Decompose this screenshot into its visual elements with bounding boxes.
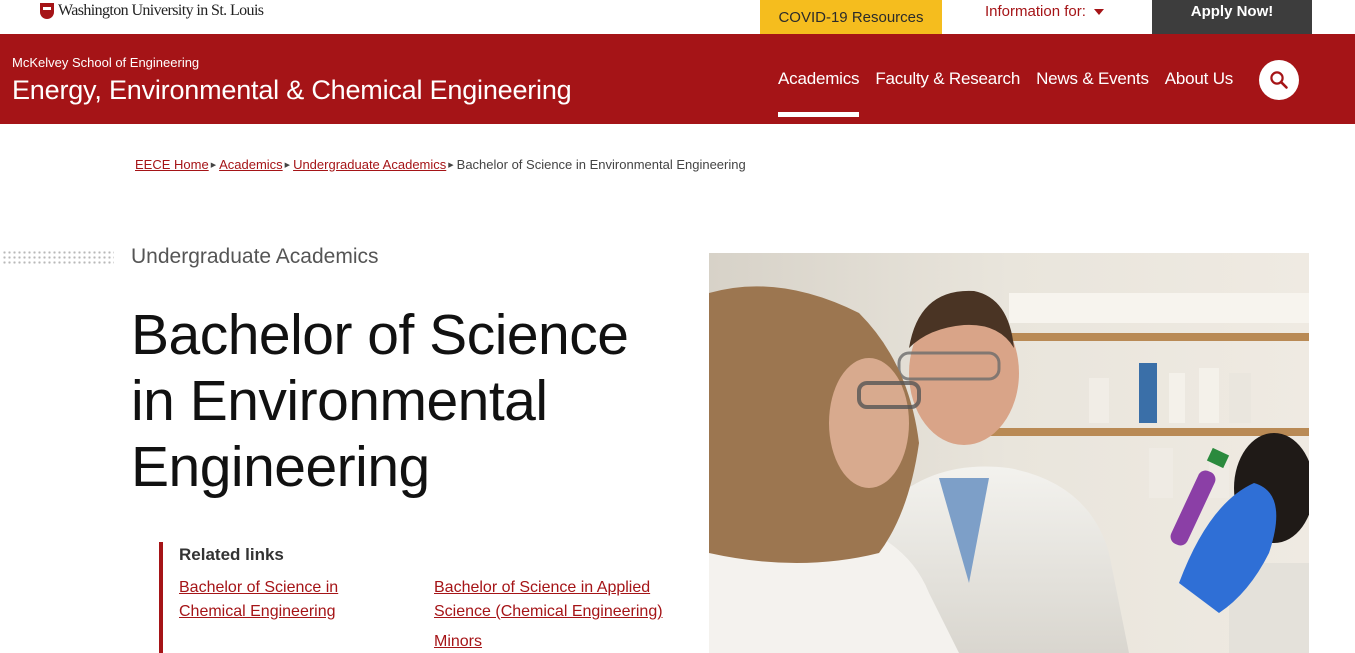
lab-photo-image — [709, 253, 1309, 653]
lab-photo — [709, 253, 1309, 653]
university-logo-text: Washington University in St. Louis — [58, 2, 264, 19]
related-links-box: Related links Bachelor of Science in Che… — [159, 542, 663, 653]
breadcrumb-link-undergraduate[interactable]: Undergraduate Academics — [293, 157, 446, 172]
related-link-bs-applied-science[interactable]: Bachelor of Science in Applied Science (… — [434, 576, 664, 624]
related-link-bs-chemical[interactable]: Bachelor of Science in Chemical Engineer… — [179, 576, 409, 624]
covid-resources-button[interactable]: COVID-19 Resources — [760, 0, 942, 34]
main-navigation: Academics Faculty & Research News & Even… — [778, 69, 1233, 117]
search-icon — [1270, 71, 1288, 89]
related-links-heading: Related links — [179, 545, 284, 564]
information-for-label: Information for: — [985, 2, 1086, 20]
dotted-decoration — [2, 250, 114, 266]
university-logo[interactable]: Washington University in St. Louis — [40, 1, 264, 21]
breadcrumb: EECE Home ▶ Academics ▶ Undergraduate Ac… — [135, 157, 746, 172]
related-link-minors[interactable]: Minors — [434, 630, 482, 653]
nav-item-faculty-research[interactable]: Faculty & Research — [875, 69, 1020, 117]
search-button[interactable] — [1259, 60, 1299, 100]
breadcrumb-separator-icon: ▶ — [448, 161, 454, 169]
information-for-dropdown[interactable]: Information for: — [985, 0, 1104, 22]
utility-bar: Washington University in St. Louis COVID… — [0, 0, 1355, 34]
site-header: McKelvey School of Engineering Energy, E… — [0, 34, 1355, 124]
school-name-link[interactable]: McKelvey School of Engineering — [12, 55, 199, 70]
nav-item-academics[interactable]: Academics — [778, 69, 860, 117]
department-name-link[interactable]: Energy, Environmental & Chemical Enginee… — [12, 75, 572, 106]
nav-item-about-us[interactable]: About Us — [1165, 69, 1234, 117]
breadcrumb-current: Bachelor of Science in Environmental Eng… — [456, 157, 746, 172]
page-title: Bachelor of Science in Environmental Eng… — [131, 303, 629, 499]
apply-now-button[interactable]: Apply Now! — [1152, 0, 1312, 34]
nav-item-news-events[interactable]: News & Events — [1036, 69, 1149, 117]
caret-down-icon — [1093, 9, 1104, 15]
breadcrumb-link-eece-home[interactable]: EECE Home — [135, 157, 209, 172]
breadcrumb-separator-icon: ▶ — [210, 161, 217, 169]
university-shield-icon — [40, 3, 54, 19]
section-label: Undergraduate Academics — [131, 245, 379, 268]
breadcrumb-separator-icon: ▶ — [284, 161, 291, 169]
breadcrumb-link-academics[interactable]: Academics — [219, 157, 283, 172]
